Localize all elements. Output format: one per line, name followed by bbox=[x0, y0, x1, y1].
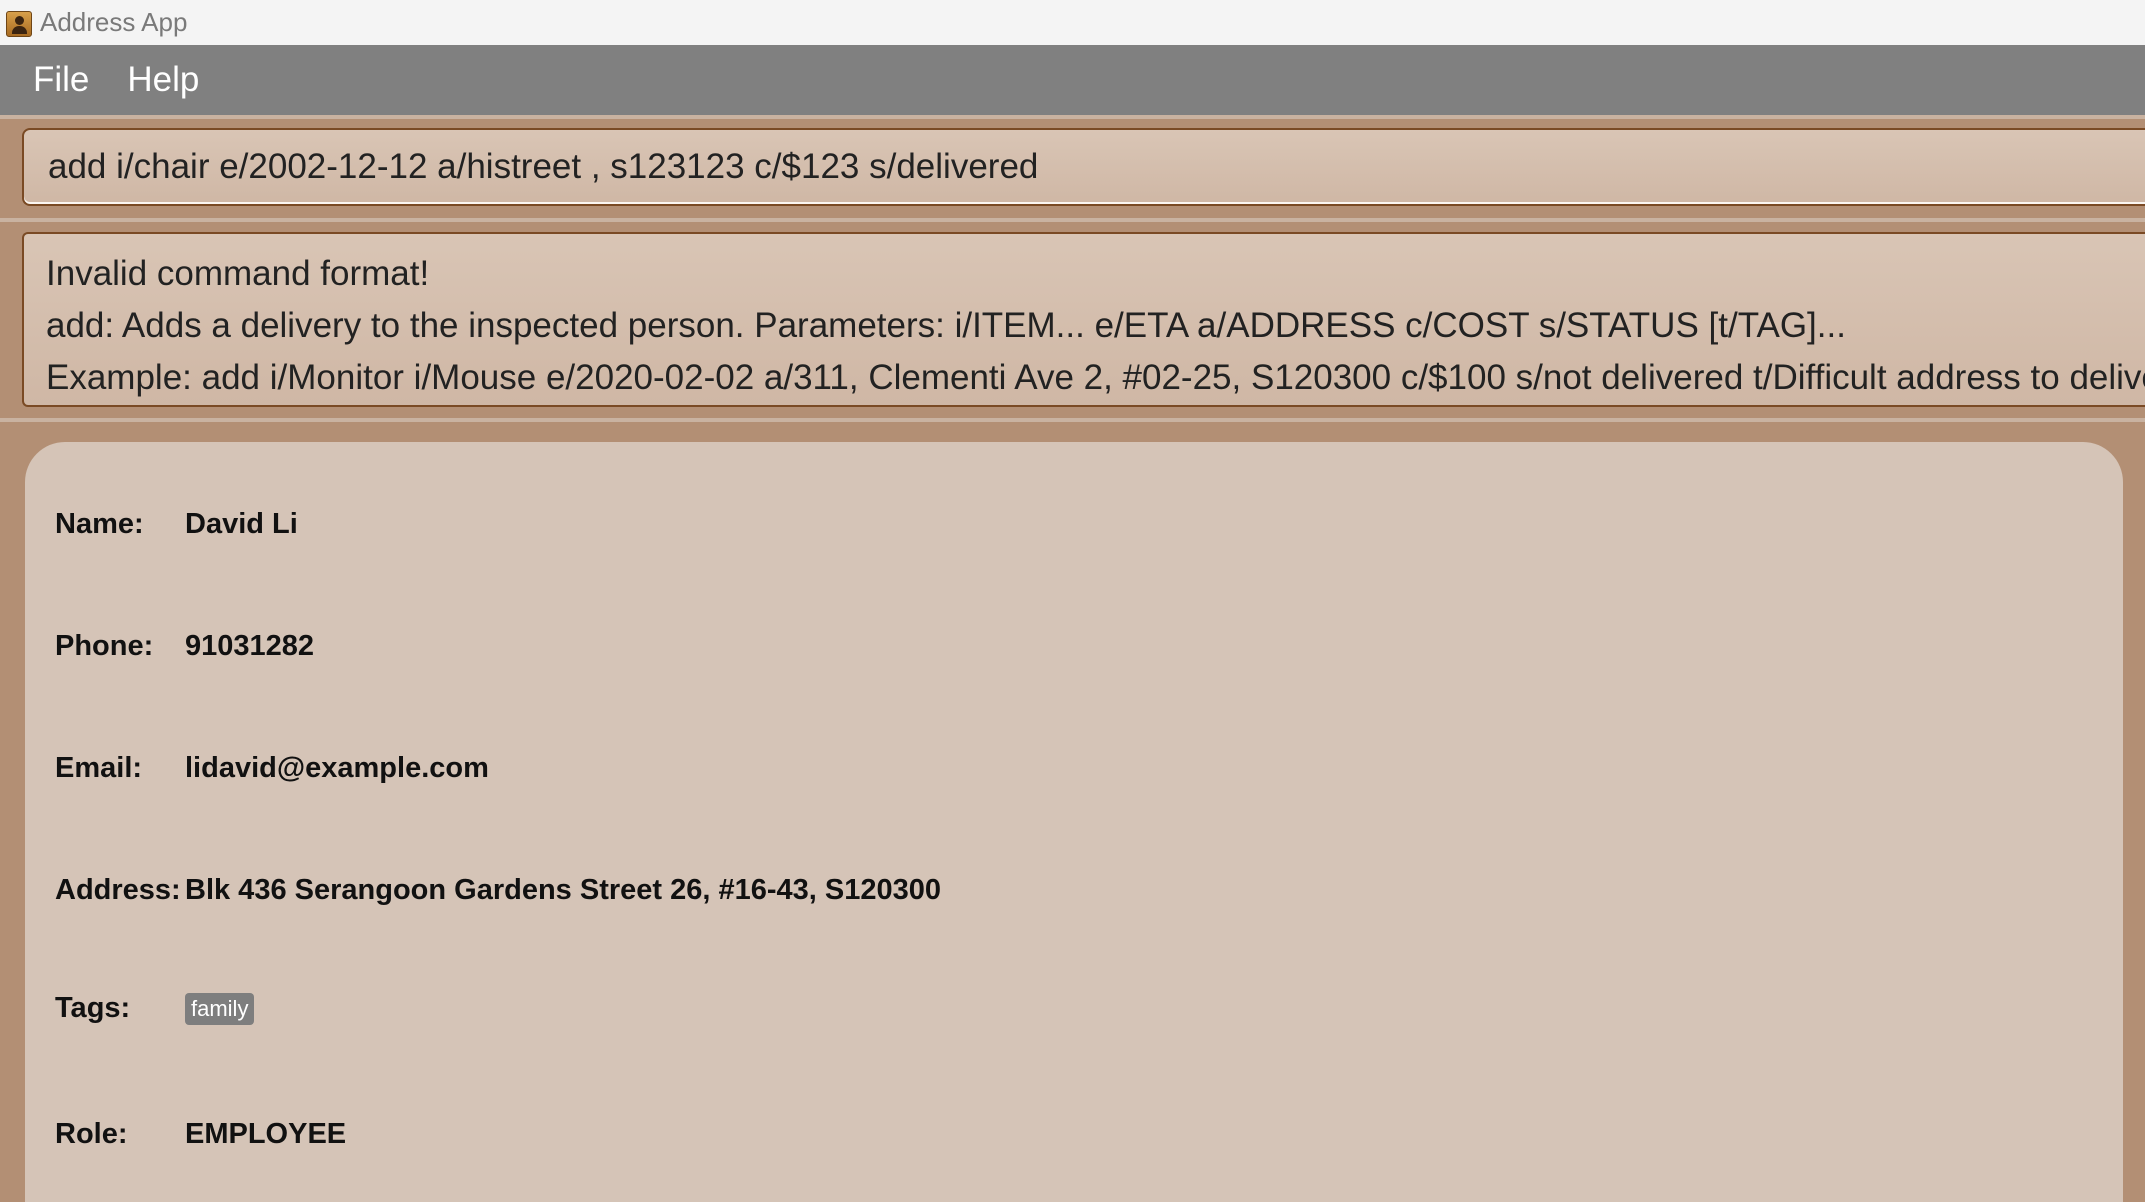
tags-label: Tags: bbox=[55, 992, 131, 1024]
address-row: Address: Blk 436 Serangoon Gardens Stree… bbox=[55, 874, 941, 907]
command-text: add i/chair e/2002-12-12 a/histreet , s1… bbox=[48, 147, 1039, 186]
address-book-icon bbox=[6, 10, 32, 37]
name-row: Name: David Li bbox=[55, 508, 298, 541]
phone-row: Phone: 91031282 bbox=[55, 630, 314, 663]
menu-help[interactable]: Help bbox=[127, 60, 199, 100]
email-row: Email: lidavid@example.com bbox=[55, 752, 489, 785]
command-input[interactable]: add i/chair e/2002-12-12 a/histreet , s1… bbox=[22, 128, 2145, 206]
address-value: Blk 436 Serangoon Gardens Street 26, #16… bbox=[185, 874, 942, 906]
result-line: Example: add i/Monitor i/Mouse e/2020-02… bbox=[46, 358, 2145, 397]
divider bbox=[0, 218, 2145, 222]
email-value: lidavid@example.com bbox=[185, 752, 489, 784]
result-line: add: Adds a delivery to the inspected pe… bbox=[46, 306, 1846, 345]
role-row: Role: EMPLOYEE bbox=[55, 1118, 346, 1151]
phone-label: Phone: bbox=[55, 630, 154, 662]
tag-badge: family bbox=[185, 992, 255, 1025]
phone-value: 91031282 bbox=[185, 630, 315, 662]
tags-row: Tags: family bbox=[55, 992, 255, 1025]
person-detail-card: Name: David Li Phone: 91031282 Email: li… bbox=[25, 442, 2123, 1202]
menu-bar: File Help bbox=[0, 45, 2145, 115]
role-label: Role: bbox=[55, 1118, 128, 1150]
menu-file[interactable]: File bbox=[33, 60, 89, 100]
result-line: Invalid command format! bbox=[46, 254, 430, 293]
name-value: David Li bbox=[185, 508, 298, 540]
title-bar: Address App bbox=[0, 0, 2145, 45]
name-label: Name: bbox=[55, 508, 144, 540]
divider bbox=[0, 115, 2145, 119]
address-label: Address: bbox=[55, 874, 181, 906]
divider bbox=[0, 418, 2145, 422]
window-title: Address App bbox=[40, 7, 188, 37]
role-value: EMPLOYEE bbox=[185, 1118, 347, 1150]
email-label: Email: bbox=[55, 752, 143, 784]
result-display: Invalid command format! add: Adds a deli… bbox=[22, 232, 2145, 407]
